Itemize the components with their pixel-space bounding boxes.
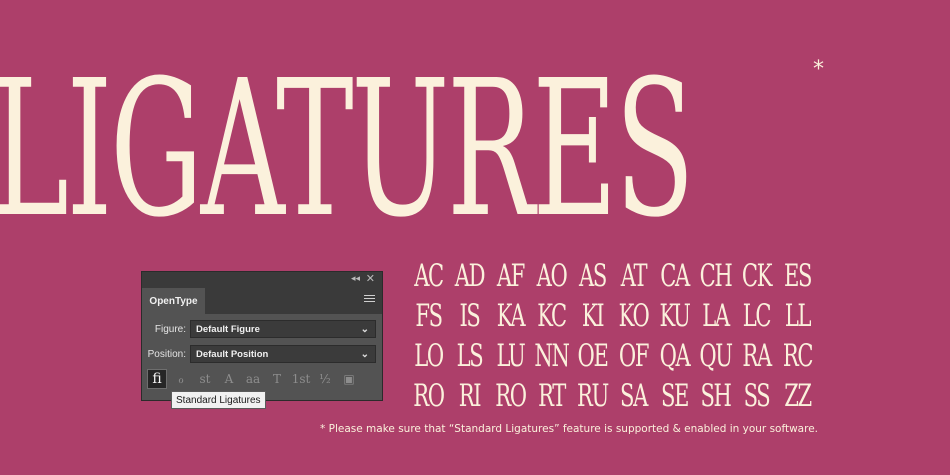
stylistic-sets-button[interactable]: ▣ bbox=[339, 369, 359, 389]
opentype-feature-buttons: fi ℴ st Aaa T 1st ½ ▣ bbox=[147, 369, 359, 389]
asterisk-mark: * bbox=[813, 57, 824, 82]
position-select[interactable]: Default Position ⌄ bbox=[190, 345, 376, 363]
ligature-sample: ZZ bbox=[784, 378, 812, 414]
opentype-panel: ◂◂ ✕ OpenType Figure: Default Figure ⌄ P… bbox=[141, 271, 383, 401]
swash-button[interactable]: A bbox=[219, 369, 239, 389]
position-value: Default Position bbox=[196, 348, 269, 360]
ligature-sample: CH bbox=[699, 258, 733, 294]
ligature-sample: LA bbox=[702, 298, 730, 334]
ligature-grid: AC AD AF AO AS AT CA CH CK ES FS IS KA KC KI KO KU LA LC LL… bbox=[408, 256, 818, 416]
ligature-sample: AT bbox=[620, 258, 648, 294]
discretionary-ligatures-button[interactable]: st bbox=[195, 369, 215, 389]
ligature-sample: QA bbox=[659, 338, 691, 374]
ligature-sample: SA bbox=[620, 378, 648, 414]
ligature-sample: KO bbox=[618, 298, 650, 334]
ligature-sample: LC bbox=[742, 298, 772, 334]
ligature-sample: NN bbox=[534, 338, 570, 374]
ligature-sample: CK bbox=[741, 258, 773, 294]
ligature-sample: FS bbox=[415, 298, 443, 334]
figure-label: Figure: bbox=[154, 323, 186, 335]
ligature-sample: RO bbox=[495, 378, 527, 414]
ligature-sample: LO bbox=[414, 338, 444, 374]
close-icon[interactable]: ✕ bbox=[366, 272, 375, 285]
ligature-sample: RO bbox=[413, 378, 445, 414]
ligature-sample: KC bbox=[537, 298, 567, 334]
ligature-sample: LS bbox=[456, 338, 484, 374]
ligature-sample: KU bbox=[659, 298, 690, 334]
tooltip: Standard Ligatures bbox=[171, 391, 266, 409]
panel-titlebar[interactable]: ◂◂ ✕ bbox=[142, 272, 382, 286]
fractions-button[interactable]: ½ bbox=[315, 369, 335, 389]
ligature-sample: RC bbox=[782, 338, 814, 374]
panel-menu-icon[interactable] bbox=[364, 293, 375, 304]
ligature-sample: QU bbox=[699, 338, 733, 374]
ligature-sample: AO bbox=[536, 258, 568, 294]
ligature-sample: RT bbox=[538, 378, 566, 414]
ligature-sample: LU bbox=[496, 338, 526, 374]
position-row: Position: Default Position ⌄ bbox=[146, 345, 376, 363]
headline: LIGATURES bbox=[0, 40, 695, 259]
ligature-sample: AD bbox=[454, 258, 486, 294]
footnote: * Please make sure that “Standard Ligatu… bbox=[320, 423, 818, 435]
figure-value: Default Figure bbox=[196, 323, 260, 335]
chevron-down-icon: ⌄ bbox=[360, 323, 369, 335]
ligature-sample: AC bbox=[414, 258, 444, 294]
ordinals-button[interactable]: 1st bbox=[291, 369, 311, 389]
collapse-icon[interactable]: ◂◂ bbox=[351, 273, 360, 284]
ligature-sample: AF bbox=[496, 258, 525, 294]
ligature-sample: ES bbox=[783, 258, 812, 294]
ligature-sample: LL bbox=[784, 298, 812, 334]
contextual-alternates-button[interactable]: ℴ bbox=[171, 369, 191, 389]
ligature-sample: KI bbox=[581, 298, 605, 334]
titling-alternates-button[interactable]: T bbox=[267, 369, 287, 389]
stylistic-alternates-button[interactable]: aa bbox=[243, 369, 263, 389]
ligature-sample: RI bbox=[458, 378, 482, 414]
tab-opentype[interactable]: OpenType bbox=[142, 288, 205, 314]
ligature-sample: KA bbox=[496, 298, 526, 334]
figure-row: Figure: Default Figure ⌄ bbox=[146, 320, 376, 338]
chevron-down-icon: ⌄ bbox=[360, 348, 369, 360]
ligature-sample: OE bbox=[577, 338, 609, 374]
ligature-sample: CA bbox=[660, 258, 690, 294]
ligature-sample: SS bbox=[743, 378, 771, 414]
standard-ligatures-button[interactable]: fi bbox=[147, 369, 167, 389]
ligature-sample: OF bbox=[618, 338, 650, 374]
position-label: Position: bbox=[147, 348, 186, 360]
ligature-sample: AS bbox=[579, 258, 607, 294]
ligature-sample: SH bbox=[700, 378, 731, 414]
panel-tab-row: OpenType bbox=[142, 286, 382, 314]
ligature-sample: SE bbox=[660, 378, 689, 414]
ligature-sample: RA bbox=[742, 338, 772, 374]
figure-select[interactable]: Default Figure ⌄ bbox=[190, 320, 376, 338]
ligature-sample: RU bbox=[577, 378, 609, 414]
ligature-sample: IS bbox=[459, 298, 480, 334]
